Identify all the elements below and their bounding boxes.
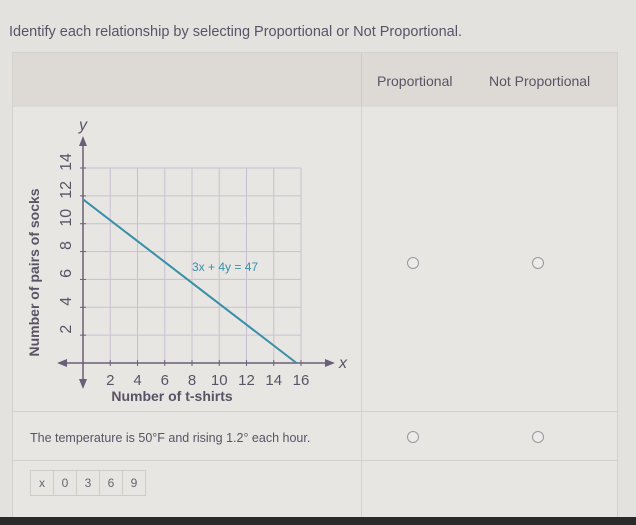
x-tick-label: 8 <box>188 372 196 389</box>
header-proportional: Proportional <box>377 73 453 89</box>
y-axis-arrow <box>79 136 87 146</box>
x-tick-label: 14 <box>265 372 282 389</box>
x-axis-arrow-left <box>57 359 67 367</box>
table-header: Proportional Not Proportional <box>13 53 617 107</box>
xy-table-cell: 6 <box>100 471 123 495</box>
line-graph: 2 4 6 8 10 12 14 162468101214 3x + 4y = 47 x y … <box>26 117 348 404</box>
xy-table-cell: 0 <box>54 471 77 495</box>
y-tick-label: 6 <box>58 269 75 278</box>
y-tick-label: 4 <box>58 297 75 306</box>
row2-proportional-radio[interactable] <box>407 431 419 443</box>
xy-table-cell: x <box>31 471 54 495</box>
column-divider <box>361 107 362 521</box>
y-axis-arrow-down <box>79 379 87 389</box>
row1-not-proportional-radio[interactable] <box>532 257 544 269</box>
y-tick-label: 12 <box>58 181 75 199</box>
row1-proportional-radio[interactable] <box>407 257 419 269</box>
x-axis-label: Number of t-shirts <box>111 388 233 404</box>
x-axis-symbol: x <box>338 355 348 372</box>
xy-table: x 0 3 6 9 <box>30 470 146 496</box>
tick-labels: 2 4 6 8 10 12 14 16 2 4 6 8 10 12 14 <box>58 153 309 389</box>
header-not-proportional: Not Proportional <box>489 73 591 89</box>
temperature-statement: The temperature is 50°F and rising 1.2° … <box>30 431 311 445</box>
x-axis-arrow <box>325 359 335 367</box>
y-axis-label: Number of pairs of socks <box>26 188 42 356</box>
y-tick-label: 10 <box>58 209 75 227</box>
x-tick-label: 6 <box>161 372 169 389</box>
row2-not-proportional-radio[interactable] <box>532 431 544 443</box>
equation-label: 3x + 4y = 47 <box>192 260 258 274</box>
y-axis-symbol: y <box>78 117 88 134</box>
row-divider <box>13 411 617 412</box>
y-tick-label: 14 <box>58 153 75 171</box>
x-tick-label: 12 <box>238 372 255 389</box>
y-tick-label: 2 <box>58 325 75 334</box>
x-tick-label: 10 <box>211 372 228 389</box>
y-tick-label: 8 <box>58 241 75 250</box>
screen-bezel <box>0 517 636 525</box>
relationship-table: Proportional Not Proportional 2 4 6 8 10 12 14… <box>12 52 618 522</box>
row-divider <box>13 460 617 461</box>
instruction-text: Identify each relationship by selecting … <box>9 24 462 40</box>
xy-table-cell: 9 <box>130 476 138 490</box>
x-tick-label: 16 <box>293 372 310 389</box>
x-tick-label: 2 <box>106 372 114 389</box>
xy-table-cell: 3 <box>77 471 100 495</box>
x-tick-label: 4 <box>133 372 141 389</box>
